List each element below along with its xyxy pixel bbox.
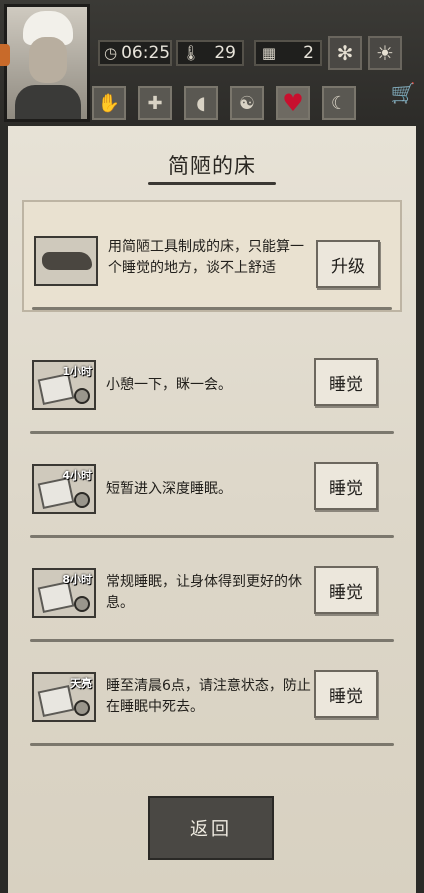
time-display: ◷ 06:25 xyxy=(98,40,172,66)
thermometer-icon: 🌡 xyxy=(181,44,201,62)
clock-icon xyxy=(74,596,90,612)
side-arrow-icon[interactable] xyxy=(0,44,10,66)
duration-tag: 4小时 xyxy=(62,469,92,482)
sleep-description: 短暂进入深度睡眠。 xyxy=(106,480,232,497)
sleep-button[interactable]: 睡觉 xyxy=(314,670,378,718)
temperature-value: 29 xyxy=(214,43,236,63)
bed-thumbnail xyxy=(34,236,98,286)
sleep-option-dawn: 天亮 睡至清晨6点，请注意状态，防止在睡眠中死去。 睡觉 xyxy=(22,648,402,746)
title-underline xyxy=(148,182,276,185)
card-divider xyxy=(32,307,392,310)
card-divider xyxy=(30,431,394,434)
upgrade-button[interactable]: 升级 xyxy=(316,240,380,288)
duration-tag: 1小时 xyxy=(62,365,92,378)
stomach-tab-icon[interactable]: ◖ xyxy=(184,86,218,120)
time-value: 06:25 xyxy=(121,43,171,63)
clock-icon xyxy=(74,492,90,508)
card-divider xyxy=(30,639,394,642)
sleep-description: 睡至清晨6点，请注意状态，防止在睡眠中死去。 xyxy=(106,678,311,715)
sleep-button[interactable]: 睡觉 xyxy=(314,462,378,510)
card-divider xyxy=(30,535,394,538)
shop-cart-icon[interactable]: 🛒 xyxy=(388,78,418,108)
sleep-thumbnail: 1小时 xyxy=(32,360,96,410)
heart-tab-icon[interactable]: ♥ xyxy=(276,86,310,120)
sleep-option-4h: 4小时 短暂进入深度睡眠。 睡觉 xyxy=(22,440,402,538)
sleep-option-1h: 1小时 小憩一下，眯一会。 睡觉 xyxy=(22,336,402,434)
sleep-thumbnail: 8小时 xyxy=(32,568,96,618)
calendar-icon: ▦ xyxy=(261,44,277,62)
panel-title: 简陋的床 xyxy=(168,154,256,178)
sleep-option-8h: 8小时 常规睡眠，让身体得到更好的休息。 睡觉 xyxy=(22,544,402,642)
upgrade-card: 用简陋工具制成的床，只能算一个睡觉的地方，谈不上舒适 升级 xyxy=(22,200,402,312)
hand-tab-icon[interactable]: ✋ xyxy=(92,86,126,120)
body-shape xyxy=(15,85,81,119)
sleep-thumbnail: 天亮 xyxy=(32,672,96,722)
sleep-description: 小憩一下，眯一会。 xyxy=(106,376,232,393)
clock-icon xyxy=(74,388,90,404)
sleep-tab-icon[interactable]: ☾ xyxy=(322,86,356,120)
sleep-thumbnail: 4小时 xyxy=(32,464,96,514)
sun-icon[interactable]: ☀ xyxy=(368,36,402,70)
face-shape xyxy=(29,37,67,83)
back-button[interactable]: 返回 xyxy=(148,796,274,860)
sleep-button[interactable]: 睡觉 xyxy=(314,358,378,406)
duration-tag: 8小时 xyxy=(62,573,92,586)
herb-icon[interactable]: ✻ xyxy=(328,36,362,70)
day-display: ▦ 2 xyxy=(254,40,322,66)
sleep-button[interactable]: 睡觉 xyxy=(314,566,378,614)
temperature-display: 🌡 29 xyxy=(176,40,244,66)
eye-icon xyxy=(74,700,90,716)
day-value: 2 xyxy=(303,43,314,63)
mind-tab-icon[interactable]: ☯ xyxy=(230,86,264,120)
card-divider xyxy=(30,743,394,746)
sleep-description: 常规睡眠，让身体得到更好的休息。 xyxy=(106,574,302,611)
upgrade-description: 用简陋工具制成的床，只能算一个睡觉的地方，谈不上舒适 xyxy=(108,239,304,276)
duration-tag: 天亮 xyxy=(70,677,92,690)
character-avatar[interactable] xyxy=(4,4,90,122)
clock-icon: ◷ xyxy=(104,44,118,62)
health-tab-icon[interactable]: ✚ xyxy=(138,86,172,120)
